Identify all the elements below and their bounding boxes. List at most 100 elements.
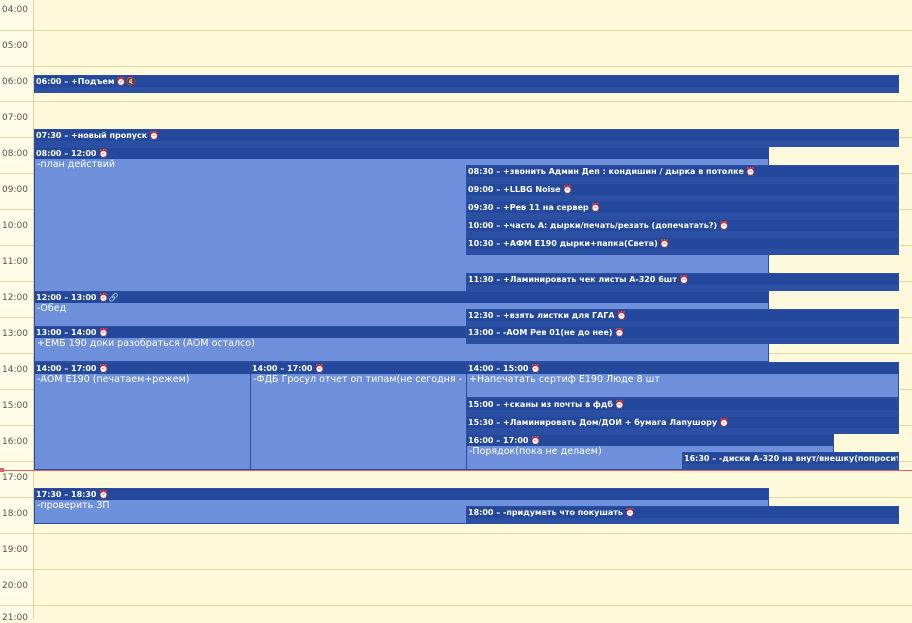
current-time-marker bbox=[0, 468, 4, 472]
event-time: 09:00 bbox=[468, 185, 494, 194]
calendar-event[interactable]: 12:30 – +взять листки для ГАГА ⏰ bbox=[466, 309, 899, 327]
calendar-event[interactable]: 16:30 – -диски А-320 на внут/внешку(попр… bbox=[682, 452, 899, 470]
alarm-icon: ⏰ bbox=[530, 364, 541, 373]
calendar-event[interactable]: 07:30 – +новый пропуск ⏰ bbox=[34, 129, 899, 147]
event-time: 10:00 bbox=[468, 221, 494, 230]
event-time: 11:30 bbox=[468, 275, 494, 284]
alarm-icon: ⏰ bbox=[149, 131, 160, 140]
alarm-icon: ⏰ bbox=[614, 400, 625, 409]
alarm-icon: ⏰🔇 bbox=[116, 77, 137, 86]
calendar-event[interactable]: 06:00 – +Подъем ⏰🔇 bbox=[34, 75, 899, 93]
calendar-event[interactable]: 15:30 – +Ламинировать Дом/ДОИ + бумага Л… bbox=[466, 416, 899, 434]
time-gutter bbox=[0, 0, 34, 618]
event-description: +Напечатать сертиф Е190 Люде 8 шт bbox=[469, 374, 660, 385]
alarm-icon: ⏰🔗 bbox=[98, 293, 119, 302]
event-separator: – bbox=[493, 508, 504, 517]
event-time: 15:00 bbox=[468, 400, 494, 409]
alarm-icon: ⏰ bbox=[590, 203, 601, 212]
event-time: 08:00 – 12:00 bbox=[36, 149, 97, 158]
alarm-icon: ⏰ bbox=[98, 149, 109, 158]
event-title: +сканы из почты в фдб bbox=[503, 400, 613, 409]
time-label: 04:00 bbox=[2, 5, 28, 15]
event-title: +звонить Админ Деп : кондишин / дырка в … bbox=[503, 167, 744, 176]
time-label: 07:00 bbox=[2, 113, 28, 123]
time-label: 05:00 bbox=[2, 41, 28, 51]
time-label: 06:00 bbox=[2, 77, 28, 87]
alarm-icon: ⏰ bbox=[719, 418, 729, 427]
event-time: 14:00 – 17:00 bbox=[252, 364, 313, 373]
event-separator: – bbox=[493, 418, 504, 427]
event-time: 13:00 bbox=[468, 328, 494, 337]
event-separator: – bbox=[493, 203, 504, 212]
event-separator: – bbox=[493, 239, 504, 248]
alarm-icon: ⏰ bbox=[659, 239, 670, 248]
time-label: 15:00 bbox=[2, 401, 28, 411]
calendar-event[interactable]: 11:30 – +Ламинировать чек листы А-320 6ш… bbox=[466, 273, 899, 291]
event-title: +новый пропуск bbox=[71, 131, 148, 140]
current-time-line bbox=[0, 470, 912, 471]
event-title: +Подъем bbox=[71, 77, 115, 86]
calendar-event[interactable]: 13:00 – -АОМ Рев 01(не до нее) ⏰ bbox=[466, 326, 899, 344]
calendar-event[interactable]: 10:30 – +АФМ Е190 дырки+папка(Света) ⏰ bbox=[466, 237, 899, 255]
calendar-event[interactable]: 14:00 – 15:00 ⏰ +Напечатать сертиф Е190 Л… bbox=[466, 362, 899, 398]
calendar-event[interactable]: 15:00 – +сканы из почты в фдб ⏰ bbox=[466, 398, 899, 416]
event-description: -АОМ Е190 (печатаем+режем) bbox=[37, 374, 190, 385]
event-separator: – bbox=[61, 77, 72, 86]
time-label: 19:00 bbox=[2, 545, 28, 555]
calendar-event[interactable]: 18:00 – -придумать что покушать ⏰ bbox=[466, 506, 899, 524]
event-time: 09:30 bbox=[468, 203, 494, 212]
event-time: 16:00 – 17:00 bbox=[468, 436, 529, 445]
calendar-event[interactable]: 10:00 – +часть А: дырки/печать/резать (д… bbox=[466, 219, 899, 237]
event-time: 07:30 bbox=[36, 131, 62, 140]
alarm-icon: ⏰ bbox=[562, 185, 573, 194]
event-title: +LLBG Noise bbox=[503, 185, 561, 194]
event-time: 18:00 bbox=[468, 508, 494, 517]
event-separator: – bbox=[493, 328, 504, 337]
calendar-event[interactable]: 08:30 – +звонить Админ Деп : кондишин / … bbox=[466, 165, 899, 183]
calendar-event[interactable]: 14:00 – 17:00 ⏰ -АОМ Е190 (печатаем+режем… bbox=[34, 362, 251, 470]
time-label: 21:00 bbox=[2, 613, 28, 623]
time-label: 12:00 bbox=[2, 293, 28, 303]
calendar-event[interactable]: 14:00 – 17:00 ⏰ -ФДБ Гросул отчет оп типа… bbox=[250, 362, 468, 470]
time-label: 16:00 bbox=[2, 437, 28, 447]
event-time: 14:00 – 17:00 bbox=[36, 364, 97, 373]
event-title: +Ламинировать чек листы А-320 6шт bbox=[503, 275, 677, 284]
time-label: 11:00 bbox=[2, 257, 28, 267]
hour-line bbox=[0, 569, 912, 570]
alarm-icon: ⏰ bbox=[719, 221, 730, 230]
alarm-icon: ⏰ bbox=[616, 311, 627, 320]
event-separator: – bbox=[493, 167, 504, 176]
event-time: 12:30 bbox=[468, 311, 494, 320]
time-label: 10:00 bbox=[2, 221, 28, 231]
calendar-event[interactable]: 09:00 – +LLBG Noise ⏰ bbox=[466, 183, 899, 201]
event-separator: – bbox=[493, 400, 504, 409]
event-title: -АОМ Рев 01(не до нее) bbox=[503, 328, 613, 337]
hour-line bbox=[0, 30, 912, 31]
alarm-icon: ⏰ bbox=[314, 364, 325, 373]
event-separator: – bbox=[493, 311, 504, 320]
alarm-icon: ⏰ bbox=[98, 490, 109, 499]
event-title: +Рев 11 на сервер bbox=[503, 203, 589, 212]
time-label: 08:00 bbox=[2, 149, 28, 159]
event-description: -ФДБ Гросул отчет оп типам(не сегодня - … bbox=[253, 374, 467, 385]
event-title: +Ламинировать Дом/ДОИ + бумага Лапушору bbox=[503, 418, 718, 427]
time-label: 20:00 bbox=[2, 581, 28, 591]
event-separator: – bbox=[709, 454, 720, 463]
hour-line bbox=[0, 605, 912, 606]
calendar-event[interactable]: 09:30 – +Рев 11 на сервер ⏰ bbox=[466, 201, 899, 219]
alarm-icon: ⏰ bbox=[98, 328, 109, 337]
event-time: 16:30 bbox=[684, 454, 710, 463]
event-title: +АФМ Е190 дырки+папка(Света) bbox=[503, 239, 658, 248]
alarm-icon: ⏰ bbox=[625, 508, 635, 517]
time-label: 09:00 bbox=[2, 185, 28, 195]
event-time: 14:00 – 15:00 bbox=[468, 364, 529, 373]
event-title: -придумать что покушать bbox=[503, 508, 623, 517]
event-time: 17:30 – 18:30 bbox=[36, 490, 97, 499]
event-time: 06:00 bbox=[36, 77, 62, 86]
calendar-day-grid[interactable]: 04:00 05:00 06:00 07:00 08:00 09:00 10:0… bbox=[0, 0, 912, 623]
alarm-icon: ⏰ bbox=[614, 328, 625, 337]
alarm-icon: ⏰ bbox=[530, 436, 541, 445]
time-label: 14:00 bbox=[2, 365, 28, 375]
hour-line bbox=[0, 66, 912, 67]
event-title: -диски А-320 на внут/внешку(попросить bbox=[719, 454, 898, 463]
